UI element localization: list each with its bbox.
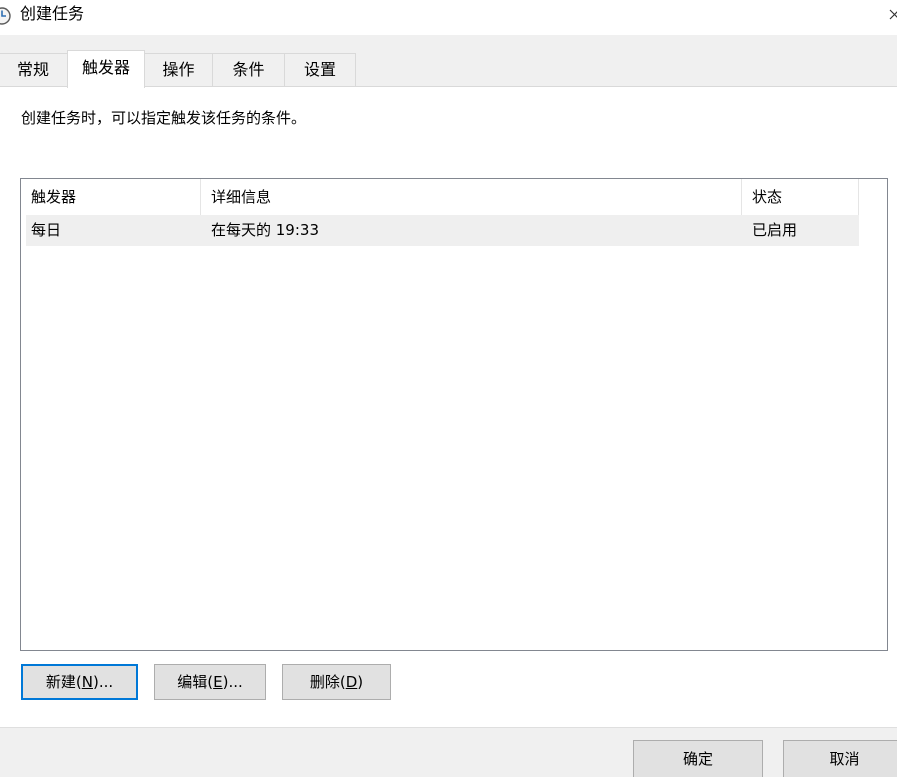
tab-settings[interactable]: 设置 xyxy=(284,53,356,87)
row-status: 已启用 xyxy=(752,221,798,239)
window-title: 创建任务 xyxy=(20,4,85,23)
tab-conditions[interactable]: 条件 xyxy=(212,53,285,87)
close-icon[interactable] xyxy=(884,0,897,35)
triggers-list[interactable]: 触发器 详细信息 状态 每日 在每天的 19:33 已启用 xyxy=(20,178,888,651)
tab-actions[interactable]: 操作 xyxy=(144,53,213,87)
title-bar: 创建任务 xyxy=(0,0,897,35)
row-trigger: 每日 xyxy=(31,221,62,239)
tab-strip: 常规 触发器 操作 条件 设置 xyxy=(0,35,897,88)
clock-icon xyxy=(0,7,11,25)
column-header-status[interactable]: 状态 xyxy=(742,179,859,215)
table-row[interactable]: 每日 在每天的 19:33 已启用 xyxy=(26,215,859,246)
tab-general[interactable]: 常规 xyxy=(0,53,68,87)
column-header-trigger[interactable]: 触发器 xyxy=(21,179,201,215)
tab-triggers[interactable]: 触发器 xyxy=(67,50,145,88)
edit-trigger-button[interactable]: 编辑(E)... xyxy=(154,664,266,700)
new-trigger-button[interactable]: 新建(N)... xyxy=(21,664,138,700)
row-details: 在每天的 19:33 xyxy=(211,221,319,239)
panel-description: 创建任务时，可以指定触发该任务的条件。 xyxy=(21,109,307,127)
triggers-panel: 创建任务时，可以指定触发该任务的条件。 触发器 详细信息 状态 每日 在每天的 … xyxy=(0,86,897,727)
delete-trigger-button[interactable]: 删除(D) xyxy=(282,664,391,700)
cancel-button[interactable]: 取消 xyxy=(783,740,897,777)
list-header: 触发器 详细信息 状态 xyxy=(21,179,859,215)
dialog-footer: 确定 取消 xyxy=(0,727,897,777)
column-header-details[interactable]: 详细信息 xyxy=(201,179,742,215)
ok-button[interactable]: 确定 xyxy=(633,740,763,777)
